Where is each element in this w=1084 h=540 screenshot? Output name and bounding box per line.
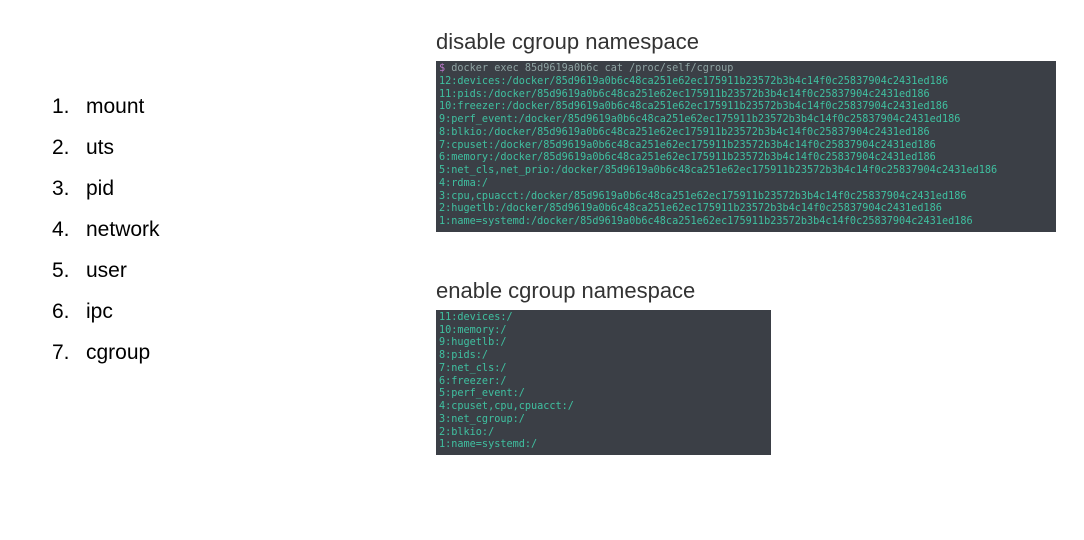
list-number: 1. — [52, 95, 82, 119]
terminal-line: 2:blkio:/ — [439, 427, 494, 438]
disable-title: disable cgroup namespace — [436, 29, 1056, 55]
terminal-line: 11:pids:/docker/85d9619a0b6c48ca251e62ec… — [439, 89, 930, 100]
terminal-line: 10:memory:/ — [439, 325, 506, 336]
terminal-line: 11:devices:/ — [439, 312, 513, 323]
list-label: network — [86, 218, 160, 242]
list-number: 2. — [52, 136, 82, 160]
list-item: 4. network — [52, 218, 332, 242]
list-number: 6. — [52, 300, 82, 324]
list-number: 3. — [52, 177, 82, 201]
list-number: 4. — [52, 218, 82, 242]
list-item: 2. uts — [52, 136, 332, 160]
terminal-line: 7:net_cls:/ — [439, 363, 506, 374]
list-item: 6. ipc — [52, 300, 332, 324]
terminal-line: 7:cpuset:/docker/85d9619a0b6c48ca251e62e… — [439, 140, 936, 151]
disable-cgroup-section: disable cgroup namespace $ docker exec 8… — [436, 29, 1056, 232]
terminal-line: 12:devices:/docker/85d9619a0b6c48ca251e6… — [439, 76, 948, 87]
terminal-line: 3:net_cgroup:/ — [439, 414, 525, 425]
terminal-line: 5:net_cls,net_prio:/docker/85d9619a0b6c4… — [439, 165, 997, 176]
enable-title: enable cgroup namespace — [436, 278, 1056, 304]
terminal-line: 8:pids:/ — [439, 350, 488, 361]
terminal-line: 4:cpuset,cpu,cpuacct:/ — [439, 401, 574, 412]
list-item: 1. mount — [52, 95, 332, 119]
terminal-line: 8:blkio:/docker/85d9619a0b6c48ca251e62ec… — [439, 127, 930, 138]
namespace-list: 1. mount 2. uts 3. pid 4. network 5. use… — [52, 95, 332, 382]
right-column: disable cgroup namespace $ docker exec 8… — [436, 29, 1056, 455]
terminal-line: 1:name=systemd:/docker/85d9619a0b6c48ca2… — [439, 216, 973, 227]
list-label: user — [86, 259, 127, 283]
terminal-line: 1:name=systemd:/ — [439, 439, 537, 450]
list-number: 7. — [52, 341, 82, 365]
list-label: mount — [86, 95, 144, 119]
enable-cgroup-section: enable cgroup namespace 11:devices:/ 10:… — [436, 278, 1056, 455]
list-number: 5. — [52, 259, 82, 283]
terminal-line: 9:hugetlb:/ — [439, 337, 506, 348]
list-item: 3. pid — [52, 177, 332, 201]
terminal-line: 6:memory:/docker/85d9619a0b6c48ca251e62e… — [439, 152, 936, 163]
enable-terminal: 11:devices:/ 10:memory:/ 9:hugetlb:/ 8:p… — [436, 310, 771, 455]
list-item: 7. cgroup — [52, 341, 332, 365]
list-label: pid — [86, 177, 114, 201]
terminal-line: 6:freezer:/ — [439, 376, 506, 387]
terminal-line: 5:perf_event:/ — [439, 388, 525, 399]
list-item: 5. user — [52, 259, 332, 283]
terminal-line: 10:freezer:/docker/85d9619a0b6c48ca251e6… — [439, 101, 948, 112]
command-text: docker exec 85d9619a0b6c cat /proc/self/… — [445, 63, 733, 74]
terminal-line: 9:perf_event:/docker/85d9619a0b6c48ca251… — [439, 114, 960, 125]
list-label: cgroup — [86, 341, 150, 365]
disable-terminal: $ docker exec 85d9619a0b6c cat /proc/sel… — [436, 61, 1056, 232]
terminal-line: 3:cpu,cpuacct:/docker/85d9619a0b6c48ca25… — [439, 191, 966, 202]
list-label: ipc — [86, 300, 113, 324]
list-label: uts — [86, 136, 114, 160]
terminal-line: 4:rdma:/ — [439, 178, 488, 189]
terminal-line: 2:hugetlb:/docker/85d9619a0b6c48ca251e62… — [439, 203, 942, 214]
